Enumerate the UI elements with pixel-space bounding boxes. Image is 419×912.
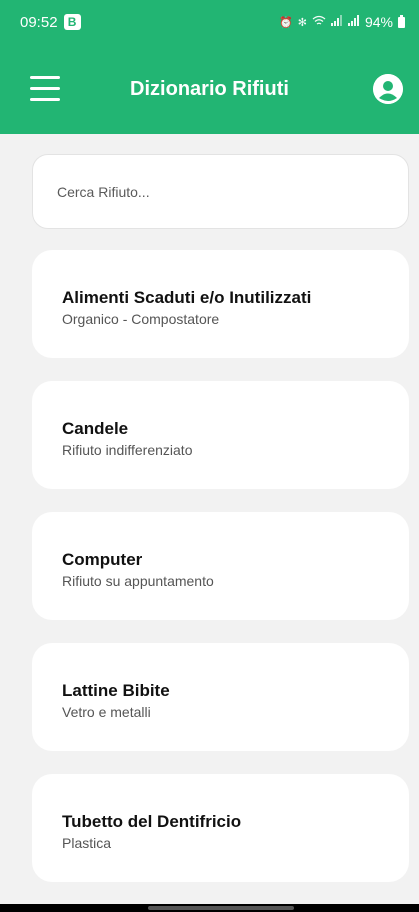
item-title: Tubetto del Dentifricio bbox=[62, 812, 242, 831]
system-nav-bar bbox=[0, 904, 419, 912]
item-category: Rifiuto su appuntamento bbox=[62, 573, 214, 589]
list-item[interactable]: Alimenti Scaduti e/o Inutilizzati Organi… bbox=[32, 250, 409, 358]
hamburger-menu-icon[interactable] bbox=[30, 76, 60, 101]
list-item[interactable]: Tubetto del Dentifricio Plastica bbox=[32, 774, 409, 882]
item-title: Candele bbox=[62, 419, 129, 438]
status-left: 09:52 B bbox=[20, 14, 81, 31]
bluetooth-icon: ✻ bbox=[297, 16, 307, 29]
item-category: Organico - Compostatore bbox=[62, 311, 220, 327]
search-input[interactable] bbox=[32, 154, 409, 229]
menu-line bbox=[30, 87, 60, 90]
user-avatar-icon[interactable] bbox=[373, 74, 403, 104]
item-category: Vetro e metalli bbox=[62, 704, 151, 720]
waste-list: Alimenti Scaduti e/o Inutilizzati Organi… bbox=[32, 250, 409, 905]
app-bar: Dizionario Rifiuti bbox=[0, 44, 419, 134]
signal-icon bbox=[347, 15, 360, 29]
list-item[interactable]: Computer Rifiuto su appuntamento bbox=[32, 512, 409, 620]
battery-percentage: 94% bbox=[364, 14, 393, 30]
signal-icon bbox=[330, 15, 343, 29]
item-title: Lattine Bibite bbox=[62, 681, 170, 700]
item-category: Plastica bbox=[62, 835, 112, 851]
menu-line bbox=[30, 98, 60, 101]
alarm-icon: ⏰ bbox=[279, 16, 293, 29]
app-title: Dizionario Rifiuti bbox=[130, 77, 289, 100]
menu-line bbox=[30, 76, 60, 79]
status-right: ⏰ ✻ 94% bbox=[279, 14, 405, 30]
item-category: Rifiuto indifferenziato bbox=[62, 442, 193, 458]
wifi-icon bbox=[312, 15, 326, 29]
item-title: Computer bbox=[62, 550, 143, 569]
battery-icon bbox=[398, 14, 405, 28]
status-bar: 09:52 B ⏰ ✻ 94% bbox=[0, 0, 419, 44]
item-title: Alimenti Scaduti e/o Inutilizzati bbox=[62, 288, 312, 307]
list-item[interactable]: Lattine Bibite Vetro e metalli bbox=[32, 643, 409, 751]
status-time: 09:52 bbox=[20, 13, 58, 31]
app-screen: 09:52 B ⏰ ✻ 94% Dizionario Rifiuti Cerca… bbox=[0, 0, 419, 912]
home-gesture-handle[interactable] bbox=[148, 906, 294, 910]
list-item[interactable]: Candele Rifiuto indifferenziato bbox=[32, 381, 409, 489]
status-badge: B bbox=[63, 14, 81, 30]
